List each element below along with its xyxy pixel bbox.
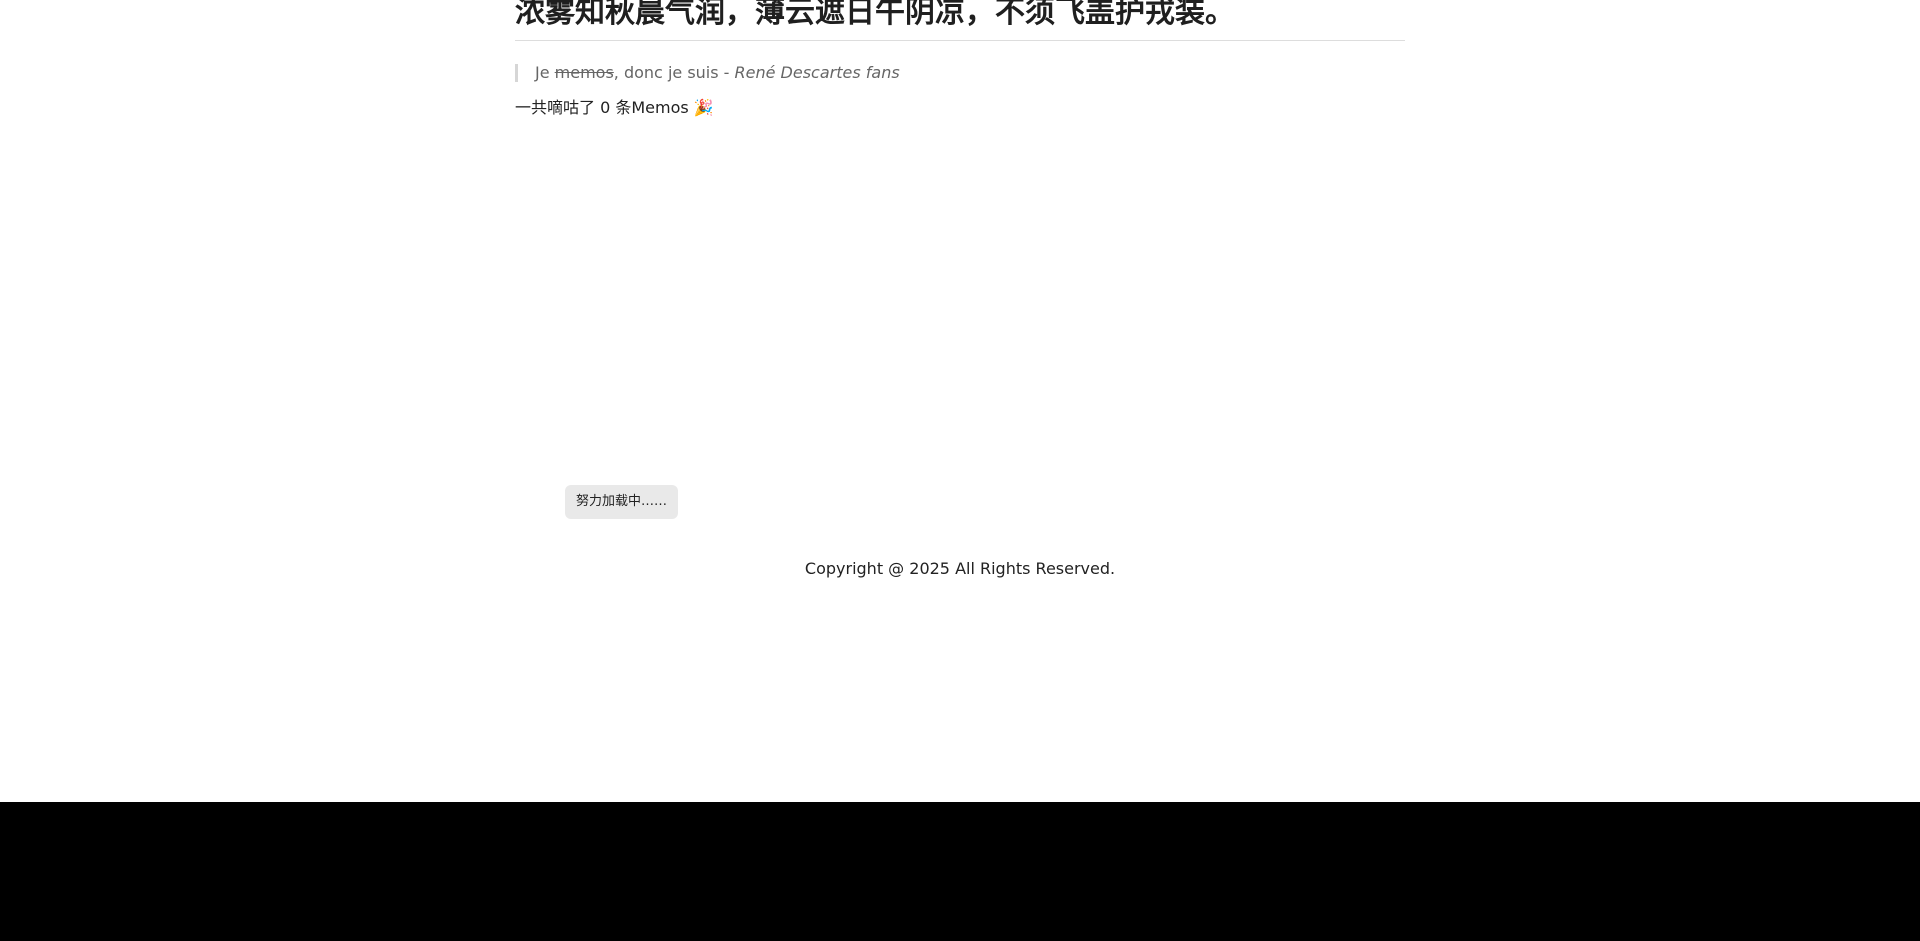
page: 浓雾知秋晨气润，薄云遮日午阴凉，不须飞盖护戎装。 Je memos, donc …	[0, 0, 1920, 802]
quote-middle: , donc je suis -	[613, 63, 735, 82]
footer-copyright: Copyright @ 2025 All Rights Reserved.	[804, 559, 1116, 578]
page-title: 浓雾知秋晨气润，薄云遮日午阴凉，不须飞盖护戎装。	[515, 0, 1405, 41]
motto-quote: Je memos, donc je suis - René Descartes …	[515, 64, 1405, 82]
memo-count: 一共嘀咕了 0 条Memos 🎉	[515, 98, 714, 117]
quote-prefix: Je	[535, 63, 555, 82]
load-more-button[interactable]: 努力加载中……	[565, 485, 678, 519]
quote-author: René Descartes fans	[734, 63, 900, 82]
quote-struck-word: memos	[554, 63, 614, 82]
main-content: 浓雾知秋晨气润，薄云遮日午阴凉，不须飞盖护戎装。 Je memos, donc …	[515, 0, 1405, 118]
